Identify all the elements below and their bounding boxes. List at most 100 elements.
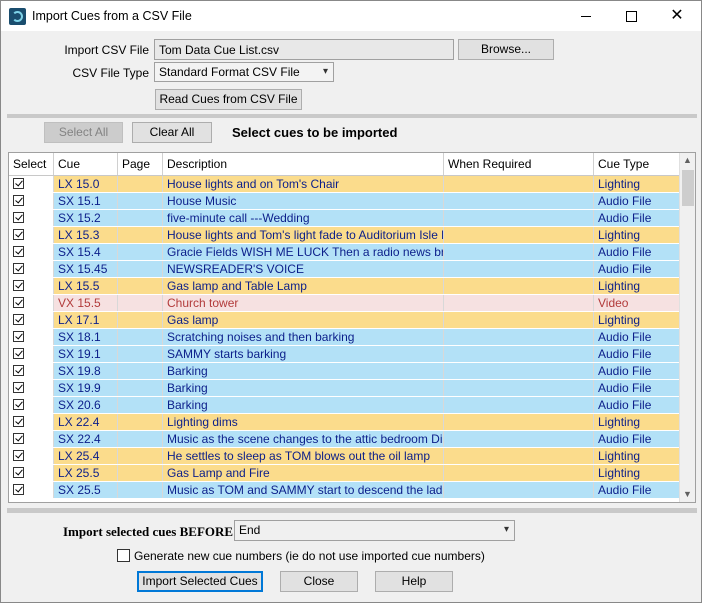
select-checkbox[interactable]: [13, 331, 24, 342]
before-select[interactable]: End ▾: [234, 520, 515, 541]
import-file-field[interactable]: Tom Data Cue List.csv: [154, 39, 454, 60]
section-heading: Select cues to be imported: [232, 125, 398, 140]
table-row[interactable]: SX 15.45 NEWSREADER'S VOICE Audio File: [9, 261, 679, 278]
page-cell: [118, 176, 163, 192]
select-cell[interactable]: [9, 329, 54, 345]
close-icon[interactable]: ✕: [654, 1, 700, 31]
clear-all-button[interactable]: Clear All: [132, 122, 212, 143]
select-checkbox[interactable]: [13, 263, 24, 274]
table-row[interactable]: SX 25.5 Music as TOM and SAMMY start to d…: [9, 482, 679, 499]
table-row[interactable]: LX 15.3 House lights and Tom's light fade…: [9, 227, 679, 244]
table-row[interactable]: LX 25.4 He settles to sleep as TOM blows …: [9, 448, 679, 465]
table-row[interactable]: SX 22.4 Music as the scene changes to the…: [9, 431, 679, 448]
col-page[interactable]: Page: [118, 153, 163, 175]
browse-button[interactable]: Browse...: [458, 39, 554, 60]
table-row[interactable]: SX 18.1 Scratching noises and then barkin…: [9, 329, 679, 346]
table-row[interactable]: VX 15.5 Church tower Video: [9, 295, 679, 312]
select-checkbox[interactable]: [13, 450, 24, 461]
table-row[interactable]: LX 22.4 Lighting dims Lighting: [9, 414, 679, 431]
select-checkbox[interactable]: [13, 246, 24, 257]
when-required-cell: [444, 397, 594, 413]
read-cues-button[interactable]: Read Cues from CSV File: [155, 89, 302, 110]
select-checkbox[interactable]: [13, 416, 24, 427]
window-title: Import Cues from a CSV File: [32, 9, 192, 23]
select-checkbox[interactable]: [13, 280, 24, 291]
select-checkbox[interactable]: [13, 229, 24, 240]
select-checkbox[interactable]: [13, 178, 24, 189]
select-checkbox[interactable]: [13, 433, 24, 444]
chevron-down-icon: ▾: [503, 524, 509, 535]
select-cell[interactable]: [9, 176, 54, 192]
page-cell: [118, 346, 163, 362]
close-button[interactable]: Close: [280, 571, 358, 592]
minimize-icon[interactable]: [563, 1, 609, 31]
select-cell[interactable]: [9, 278, 54, 294]
scroll-down-icon[interactable]: ▼: [683, 489, 692, 499]
select-cell[interactable]: [9, 210, 54, 226]
table-row[interactable]: SX 19.1 SAMMY starts barking Audio File: [9, 346, 679, 363]
select-cell[interactable]: [9, 380, 54, 396]
select-cell[interactable]: [9, 363, 54, 379]
select-cell[interactable]: [9, 346, 54, 362]
select-checkbox[interactable]: [13, 484, 24, 495]
divider: [7, 114, 697, 118]
select-checkbox[interactable]: [13, 399, 24, 410]
select-cell[interactable]: [9, 397, 54, 413]
scroll-up-icon[interactable]: ▲: [683, 155, 692, 165]
select-cell[interactable]: [9, 482, 54, 498]
select-cell[interactable]: [9, 244, 54, 260]
select-checkbox[interactable]: [13, 297, 24, 308]
select-cell[interactable]: [9, 295, 54, 311]
select-cell[interactable]: [9, 312, 54, 328]
select-checkbox[interactable]: [13, 382, 24, 393]
select-cell[interactable]: [9, 261, 54, 277]
file-type-select[interactable]: Standard Format CSV File ▾: [154, 62, 334, 82]
cue-cell: LX 15.5: [54, 278, 118, 294]
table-row[interactable]: SX 19.8 Barking Audio File: [9, 363, 679, 380]
select-cell[interactable]: [9, 414, 54, 430]
col-cue[interactable]: Cue: [54, 153, 118, 175]
table-row[interactable]: LX 15.0 House lights and on Tom's Chair Li…: [9, 176, 679, 193]
cue-cell: SX 19.8: [54, 363, 118, 379]
table-row[interactable]: SX 15.2 five-minute call ---Wedding Audio …: [9, 210, 679, 227]
select-cell[interactable]: [9, 465, 54, 481]
select-all-button[interactable]: Select All: [44, 122, 123, 143]
when-required-cell: [444, 227, 594, 243]
select-checkbox[interactable]: [13, 348, 24, 359]
col-when-required[interactable]: When Required: [444, 153, 594, 175]
table-row[interactable]: LX 25.5 Gas Lamp and Fire Lighting: [9, 465, 679, 482]
select-cell[interactable]: [9, 448, 54, 464]
table-row[interactable]: SX 15.1 House Music Audio File: [9, 193, 679, 210]
table-row[interactable]: LX 17.1 Gas lamp Lighting: [9, 312, 679, 329]
page-cell: [118, 193, 163, 209]
when-required-cell: [444, 176, 594, 192]
scroll-thumb[interactable]: [682, 170, 694, 206]
help-button[interactable]: Help: [375, 571, 453, 592]
select-checkbox[interactable]: [13, 212, 24, 223]
import-selected-button[interactable]: Import Selected Cues: [137, 571, 263, 592]
select-cell[interactable]: [9, 227, 54, 243]
col-select[interactable]: Select: [9, 153, 54, 175]
maximize-icon[interactable]: [608, 1, 654, 31]
cue-type-cell: Lighting: [598, 228, 641, 242]
select-cell[interactable]: [9, 193, 54, 209]
table-header: Select Cue Page Description When Require…: [9, 153, 679, 176]
col-description[interactable]: Description: [163, 153, 444, 175]
select-checkbox[interactable]: [13, 467, 24, 478]
select-checkbox[interactable]: [13, 314, 24, 325]
select-cell[interactable]: [9, 431, 54, 447]
table-row[interactable]: SX 20.6 Barking Audio File: [9, 397, 679, 414]
select-checkbox[interactable]: [13, 195, 24, 206]
generate-checkbox[interactable]: [117, 549, 130, 562]
when-required-cell: [444, 261, 594, 277]
table-row[interactable]: LX 15.5 Gas lamp and Table Lamp Lighting: [9, 278, 679, 295]
select-checkbox[interactable]: [13, 365, 24, 376]
vertical-scrollbar[interactable]: ▲ ▼: [679, 153, 695, 502]
table-row[interactable]: SX 15.4 Gracie Fields WISH ME LUCK Then a…: [9, 244, 679, 261]
cue-type-cell: Audio File: [598, 381, 652, 395]
table-body: LX 15.0 House lights and on Tom's Chair Li…: [9, 176, 679, 499]
import-file-label: Import CSV File: [64, 43, 149, 57]
description-cell: Gas Lamp and Fire: [163, 465, 444, 481]
table-row[interactable]: SX 19.9 Barking Audio File: [9, 380, 679, 397]
col-cue-type[interactable]: Cue Type: [594, 153, 679, 175]
